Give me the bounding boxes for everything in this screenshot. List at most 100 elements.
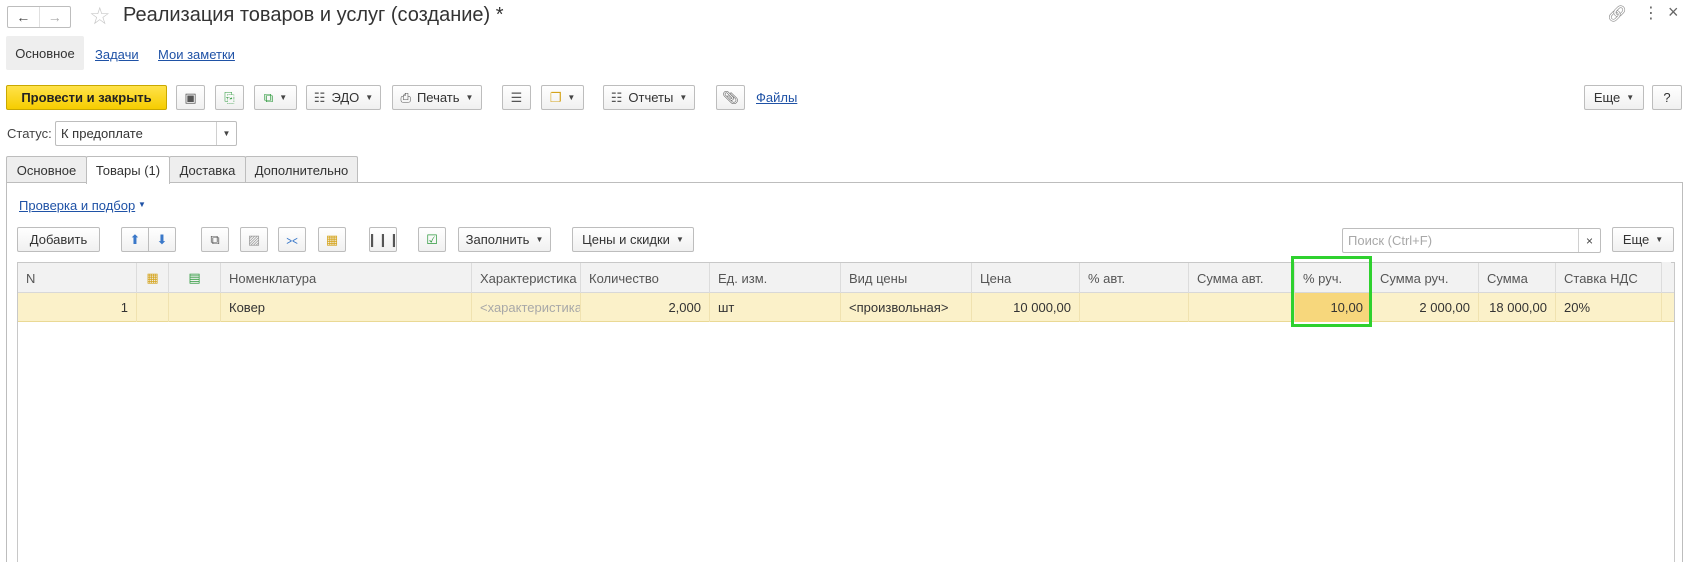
edo-label: ЭДО bbox=[331, 90, 360, 105]
table-more-button[interactable]: Еще ▼ bbox=[1612, 227, 1674, 252]
check-and-selection-link[interactable]: Проверка и подбор bbox=[19, 198, 135, 213]
checklist-icon: ☑ bbox=[426, 231, 438, 247]
cell-quantity[interactable]: 2,000 bbox=[581, 293, 710, 322]
fill-button[interactable]: Заполнить ▼ bbox=[458, 227, 551, 252]
edo-icon: ☷ bbox=[313, 89, 326, 105]
prices-and-discounts-button[interactable]: Цены и скидки ▼ bbox=[572, 227, 694, 252]
cell-pick[interactable] bbox=[137, 293, 169, 322]
attach-button[interactable]: 📎︎ bbox=[716, 85, 745, 110]
more-button[interactable]: Еще ▼ bbox=[1584, 85, 1644, 110]
cell-sum[interactable]: 18 000,00 bbox=[1479, 293, 1556, 322]
arrow-left-icon[interactable]: ← bbox=[8, 7, 39, 27]
chevron-down-icon: ▼ bbox=[567, 93, 576, 102]
kebab-menu-icon[interactable]: ⋮ bbox=[1643, 3, 1659, 23]
col-header-pick[interactable]: ▦ bbox=[137, 263, 169, 293]
document-journal-button[interactable]: ☰ bbox=[502, 85, 531, 110]
copy-row-button[interactable]: ⧉ bbox=[201, 227, 229, 252]
reports-button[interactable]: ☷ Отчеты ▼ bbox=[603, 85, 695, 110]
list-icon: ☰ bbox=[510, 89, 523, 105]
fill-label: Заполнить bbox=[465, 232, 530, 247]
chevron-down-icon: ▼ bbox=[1626, 93, 1635, 102]
col-header-characteristic[interactable]: Характеристика bbox=[472, 263, 581, 293]
cell-nomenclature[interactable]: Ковер bbox=[221, 293, 472, 322]
table-header-scroll-stub bbox=[1661, 262, 1671, 292]
barcode-icon: ❙❙❙ bbox=[366, 231, 400, 247]
status-select[interactable]: К предоплате ▼ bbox=[55, 121, 237, 146]
post-and-close-button[interactable]: Провести и закрыть bbox=[6, 85, 167, 110]
tab-goods[interactable]: Товары (1) bbox=[86, 156, 170, 184]
cell-manual-sum[interactable]: 2 000,00 bbox=[1372, 293, 1479, 322]
more-label: Еще bbox=[1593, 90, 1621, 105]
print-button[interactable]: ⎙ Печать ▼ bbox=[392, 85, 482, 110]
close-icon[interactable]: × bbox=[1668, 2, 1679, 23]
edo-button[interactable]: ☷ ЭДО ▼ bbox=[306, 85, 381, 110]
create-based-on-icon: ⧉ bbox=[263, 89, 274, 105]
cell-vat-rate[interactable]: 20% bbox=[1556, 293, 1662, 322]
history-nav: ← → bbox=[7, 6, 71, 28]
col-header-manual-sum[interactable]: Сумма руч. bbox=[1372, 263, 1479, 293]
table-row[interactable]: 1 Ковер <характеристика> 2,000 шт <произ… bbox=[18, 293, 1674, 322]
move-up-button[interactable]: ⬆︎ bbox=[121, 227, 149, 252]
col-header-quantity[interactable]: Количество bbox=[581, 263, 710, 293]
cell-characteristic[interactable]: <характеристика> bbox=[472, 293, 581, 322]
section-main[interactable]: Основное bbox=[6, 36, 84, 70]
section-tasks[interactable]: Задачи bbox=[95, 47, 139, 62]
cell-price[interactable]: 10 000,00 bbox=[972, 293, 1080, 322]
report-icon: ☷ bbox=[610, 89, 623, 105]
col-header-manual-pct[interactable]: % руч. bbox=[1295, 263, 1372, 293]
col-header-nomenclature[interactable]: Номенклатура bbox=[221, 263, 472, 293]
chevron-down-icon: ▼ bbox=[465, 93, 474, 102]
cell-unit[interactable]: шт bbox=[710, 293, 841, 322]
col-header-vat-rate[interactable]: Ставка НДС bbox=[1556, 263, 1662, 293]
move-down-button[interactable]: ⬇︎ bbox=[148, 227, 176, 252]
col-header-auto-sum[interactable]: Сумма авт. bbox=[1189, 263, 1295, 293]
create-based-on-button[interactable]: ⧉ ▼ bbox=[254, 85, 297, 110]
split-row-button[interactable]: ⪥ bbox=[278, 227, 306, 252]
help-button[interactable]: ? bbox=[1652, 85, 1682, 110]
tab-additional[interactable]: Дополнительно bbox=[245, 156, 358, 183]
floppy-disk-icon: ▣ bbox=[184, 89, 197, 105]
page-title: Реализация товаров и услуг (создание) * bbox=[123, 4, 504, 26]
cell-price-type[interactable]: <произвольная> bbox=[841, 293, 972, 322]
post-and-close-label: Провести и закрыть bbox=[21, 90, 152, 105]
search-field[interactable]: Поиск (Ctrl+F) × bbox=[1342, 228, 1601, 253]
table-header: N ▦ ▤ Номенклатура Характеристика Количе… bbox=[18, 263, 1674, 293]
cell-auto-sum[interactable] bbox=[1189, 293, 1295, 322]
cell-manual-pct[interactable]: 10,00 bbox=[1295, 293, 1372, 322]
cell-auto-pct[interactable] bbox=[1080, 293, 1189, 322]
col-header-price[interactable]: Цена bbox=[972, 263, 1080, 293]
check-table-button[interactable]: ☑ bbox=[418, 227, 446, 252]
add-row-button[interactable]: Добавить bbox=[17, 227, 100, 252]
pick-items-button[interactable]: ▦ bbox=[318, 227, 346, 252]
reports-label: Отчеты bbox=[628, 90, 674, 105]
col-header-auto-pct[interactable]: % авт. bbox=[1080, 263, 1189, 293]
paste-rows-button[interactable]: ▨ bbox=[240, 227, 268, 252]
clear-search-icon[interactable]: × bbox=[1578, 229, 1600, 252]
tab-delivery[interactable]: Доставка bbox=[169, 156, 246, 183]
tab-main[interactable]: Основное bbox=[6, 156, 87, 183]
col-header-n[interactable]: N bbox=[18, 263, 137, 293]
chevron-down-icon[interactable]: ▼ bbox=[216, 122, 236, 145]
paperclip-icon: 📎︎ bbox=[722, 89, 739, 105]
col-header-sum[interactable]: Сумма bbox=[1479, 263, 1556, 293]
prices-and-discounts-label: Цены и скидки bbox=[582, 232, 670, 247]
split-icon: ⪥ bbox=[286, 231, 298, 247]
arrow-up-icon: ⬆︎ bbox=[129, 231, 141, 247]
chevron-down-icon[interactable]: ▼ bbox=[138, 200, 146, 209]
col-header-unit[interactable]: Ед. изм. bbox=[710, 263, 841, 293]
search-input[interactable]: Поиск (Ctrl+F) bbox=[1343, 229, 1578, 252]
barcode-button[interactable]: ❙❙❙ bbox=[366, 227, 400, 252]
save-button[interactable]: ▣ bbox=[176, 85, 205, 110]
link-icon[interactable]: 🔗︎ bbox=[1607, 4, 1627, 24]
files-link[interactable]: Файлы bbox=[756, 90, 797, 105]
col-header-price-type[interactable]: Вид цены bbox=[841, 263, 972, 293]
related-documents-button[interactable]: ❐ ▼ bbox=[541, 85, 584, 110]
folder-pick-icon: ▦ bbox=[146, 270, 159, 285]
cell-n[interactable]: 1 bbox=[18, 293, 137, 322]
section-my-notes[interactable]: Мои заметки bbox=[158, 47, 235, 62]
col-header-price-flag[interactable]: ▤ bbox=[169, 263, 221, 293]
arrow-right-icon[interactable]: → bbox=[38, 7, 71, 27]
post-button[interactable]: ⎘ bbox=[215, 85, 244, 110]
star-icon[interactable]: ☆ bbox=[89, 2, 111, 31]
cell-price-flag[interactable] bbox=[169, 293, 221, 322]
